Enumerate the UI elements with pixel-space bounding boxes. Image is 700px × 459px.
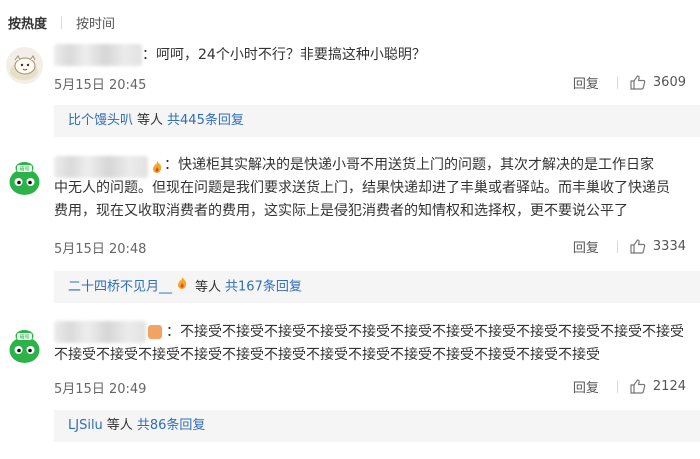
divider: [616, 240, 618, 253]
comment-text-rest: 不接受不接受不接受不接受不接受不接受不接受不接受不接受不接受不接受不接受不接受: [54, 347, 600, 363]
comment-text-rest: 中无人的问题。但现在问题是我们要求送货上门，结果快递却进了丰巢或者驿站。而丰巢收…: [54, 180, 670, 219]
svg-text:暗号: 暗号: [19, 166, 29, 173]
comment-actions: 回复 3609: [573, 73, 686, 92]
svg-text:暗号: 暗号: [19, 334, 29, 341]
avatar[interactable]: 暗号: [6, 326, 43, 363]
reply-etc-text: 等人: [195, 279, 222, 295]
avatar[interactable]: [6, 47, 43, 84]
fire-badge-icon: [175, 271, 189, 303]
thumbs-up-icon: [630, 75, 646, 90]
reply-count-link[interactable]: 共445条回复: [167, 113, 244, 128]
divider: [616, 380, 618, 393]
comment-text-line1: ：快递柜其实解决的是快递小哥不用送货上门的问题，其次才解决的是工作日家: [164, 157, 654, 173]
divider: [61, 15, 63, 29]
comment-timestamp: 5月15日 20:45: [54, 78, 147, 93]
sort-by-time-tab[interactable]: 按时间: [76, 13, 115, 32]
green-bean-avatar-icon: 暗号: [6, 158, 43, 195]
thumbs-up-icon: [630, 239, 646, 254]
green-bean-avatar-icon: 暗号: [6, 326, 43, 363]
divider: [616, 76, 618, 89]
reply-button[interactable]: 回复: [573, 73, 599, 92]
sort-by-hot-tab[interactable]: 按热度: [8, 13, 47, 32]
reply-etc-text: 等人: [137, 113, 164, 128]
replies-summary[interactable]: 二十四桥不见月__ 等人 共167条回复: [54, 271, 700, 303]
comment-text: ：呵呵，24个小时不行？非要搞这种小聪明？: [142, 47, 426, 63]
comment-timestamp: 5月15日 20:48: [54, 242, 147, 257]
like-count: 3609: [652, 75, 686, 90]
comment-timestamp: 5月15日 20:49: [54, 382, 147, 397]
like-button[interactable]: 3609: [630, 75, 686, 90]
avatar[interactable]: 暗号: [6, 158, 43, 195]
like-button[interactable]: 3334: [630, 239, 686, 254]
like-count: 2124: [652, 379, 686, 394]
reply-button[interactable]: 回复: [573, 237, 599, 256]
reply-count-link[interactable]: 共167条回复: [225, 280, 302, 295]
like-button[interactable]: 2124: [630, 379, 686, 394]
reply-etc-text: 等人: [106, 418, 133, 433]
comment-text-line1: ：不接受不接受不接受不接受不接受不接受不接受不接受不接受不接受不接受不接受: [166, 324, 684, 340]
reply-count-link[interactable]: 共86条回复: [137, 418, 206, 433]
replies-summary[interactable]: 比个馒头叭 等人 共445条回复: [54, 105, 700, 137]
thumbs-up-icon: [630, 379, 646, 394]
comment-actions: 回复 3334: [573, 237, 686, 256]
reply-user-link[interactable]: 比个馒头叭: [68, 113, 133, 128]
comment-actions: 回复 2124: [573, 377, 686, 396]
reply-user-link[interactable]: LJSilu: [68, 418, 103, 433]
reply-button[interactable]: 回复: [573, 377, 599, 396]
comment-text: ：不接受不接受不接受不接受不接受不接受不接受不接受不接受不接受不接受不接受 不接…: [54, 321, 684, 367]
comment-text: ：快递柜其实解决的是快递小哥不用送货上门的问题，其次才解决的是工作日家 中无人的…: [54, 154, 680, 223]
reply-user-link[interactable]: 二十四桥不见月__: [68, 280, 172, 295]
like-count: 3334: [652, 239, 686, 254]
replies-summary[interactable]: LJSilu 等人 共86条回复: [54, 410, 700, 442]
cartoon-animal-avatar-icon: [6, 47, 43, 84]
sort-bar: 按热度 按时间: [8, 12, 115, 32]
username-blurred[interactable]: [54, 44, 142, 66]
